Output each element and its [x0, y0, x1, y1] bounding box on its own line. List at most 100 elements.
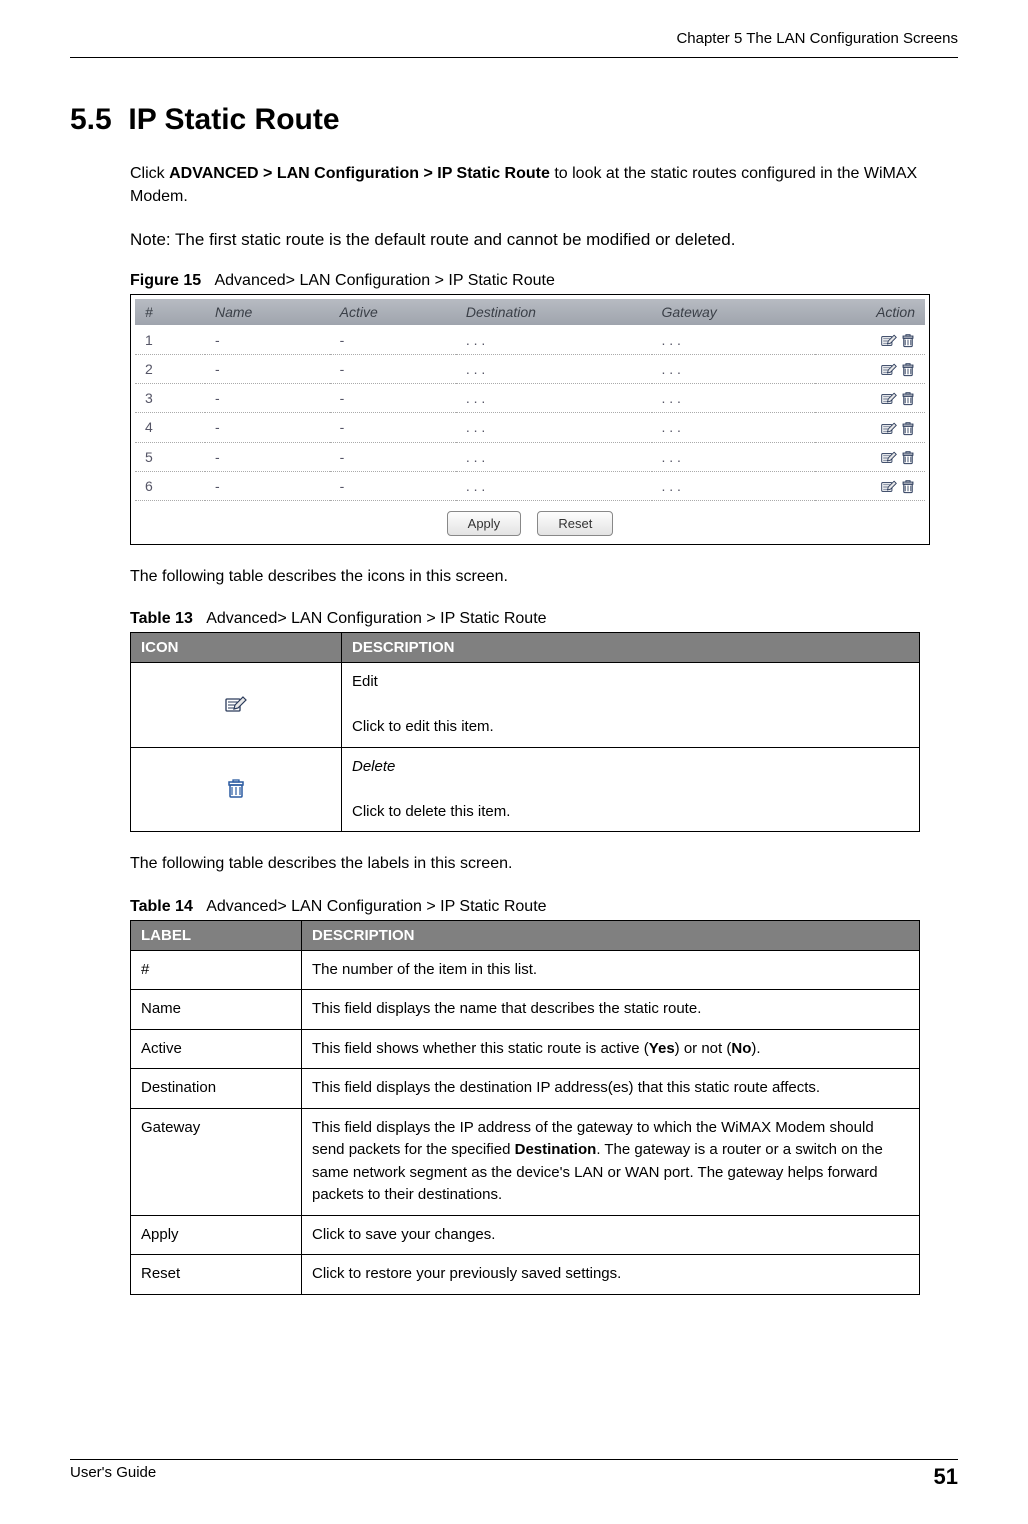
figure-caption: Figure 15 Advanced> LAN Configuration > …: [130, 272, 958, 290]
cell-name: -: [205, 413, 330, 442]
edit-icon[interactable]: [881, 331, 897, 347]
t14-r6-l: Reset: [131, 1255, 302, 1295]
t13-head-icon: ICON: [131, 633, 342, 663]
cell-active: -: [330, 325, 456, 354]
cell-dest: . . .: [456, 471, 652, 500]
col-name: Name: [205, 299, 330, 325]
cell-gw: . . .: [652, 442, 816, 471]
table-row: 3--. . .. . .: [135, 383, 925, 412]
cell-dest: . . .: [456, 442, 652, 471]
cell-num: 6: [135, 471, 205, 500]
icons-intro: The following table describes the icons …: [130, 565, 958, 588]
edit-icon[interactable]: [881, 361, 897, 377]
table-row: 1--. . .. . .: [135, 325, 925, 354]
chapter-header: Chapter 5 The LAN Configuration Screens: [70, 30, 958, 47]
cell-num: 1: [135, 325, 205, 354]
trash-icon[interactable]: [901, 419, 915, 435]
t14-r3-d: This field displays the destination IP a…: [302, 1069, 920, 1109]
t14-r4-l: Gateway: [131, 1108, 302, 1215]
figure-screenshot: # Name Active Destination Gateway Action…: [130, 294, 930, 545]
t14-r5-l: Apply: [131, 1215, 302, 1255]
table-row: 4--. . .. . .: [135, 413, 925, 442]
trash-icon[interactable]: [901, 390, 915, 406]
col-action: Action: [815, 299, 925, 325]
intro-paragraph: Click ADVANCED > LAN Configuration > IP …: [130, 162, 958, 208]
reset-button[interactable]: Reset: [537, 511, 613, 536]
footer-page: 51: [934, 1464, 958, 1490]
intro-prefix: Click: [130, 165, 169, 182]
cell-action: [815, 413, 925, 442]
table13-caption-text: Advanced> LAN Configuration > IP Static …: [206, 610, 546, 627]
trash-icon[interactable]: [901, 449, 915, 465]
footer-guide: User's Guide: [70, 1464, 156, 1490]
intro-path: ADVANCED > LAN Configuration > IP Static…: [169, 165, 550, 182]
cell-gw: . . .: [652, 354, 816, 383]
cell-gw: . . .: [652, 413, 816, 442]
figure-caption-text: Advanced> LAN Configuration > IP Static …: [214, 272, 554, 289]
t13-delete-text: Click to delete this item.: [352, 803, 510, 820]
apply-button[interactable]: Apply: [447, 511, 522, 536]
edit-icon[interactable]: [881, 478, 897, 494]
cell-action: [815, 471, 925, 500]
cell-gw: . . .: [652, 383, 816, 412]
t14-head-desc: DESCRIPTION: [302, 920, 920, 950]
table14-label: Table 14: [130, 898, 193, 915]
cell-num: 2: [135, 354, 205, 383]
table14: LABEL DESCRIPTION #The number of the ite…: [130, 920, 920, 1295]
trash-icon[interactable]: [901, 331, 915, 347]
cell-dest: . . .: [456, 383, 652, 412]
figure-label: Figure 15: [130, 272, 201, 289]
t14-r0-d: The number of the item in this list.: [302, 950, 920, 990]
cell-num: 5: [135, 442, 205, 471]
t14-r1-d: This field displays the name that descri…: [302, 990, 920, 1030]
cell-dest: . . .: [456, 354, 652, 383]
cell-dest: . . .: [456, 413, 652, 442]
table-row: 6--. . .. . .: [135, 471, 925, 500]
col-dest: Destination: [456, 299, 652, 325]
labels-intro: The following table describes the labels…: [130, 852, 958, 875]
cell-action: [815, 325, 925, 354]
t13-edit-text: Click to edit this item.: [352, 718, 494, 735]
cell-dest: . . .: [456, 325, 652, 354]
note-text: Note: The first static route is the defa…: [130, 230, 958, 250]
t13-delete-name: Delete: [352, 758, 395, 775]
t14-r2-l: Active: [131, 1029, 302, 1069]
table-row: 5--. . .. . .: [135, 442, 925, 471]
cell-name: -: [205, 325, 330, 354]
cell-action: [815, 354, 925, 383]
cell-active: -: [330, 354, 456, 383]
col-num: #: [135, 299, 205, 325]
section-number: 5.5: [70, 103, 112, 136]
cell-active: -: [330, 442, 456, 471]
section-title: 5.5 IP Static Route: [70, 103, 958, 137]
cell-gw: . . .: [652, 471, 816, 500]
trash-icon[interactable]: [901, 361, 915, 377]
trash-icon[interactable]: [901, 478, 915, 494]
cell-gw: . . .: [652, 325, 816, 354]
cell-name: -: [205, 354, 330, 383]
t14-r2-d: This field shows whether this static rou…: [302, 1029, 920, 1069]
edit-icon[interactable]: [881, 449, 897, 465]
cell-action: [815, 442, 925, 471]
col-gw: Gateway: [652, 299, 816, 325]
table13-label: Table 13: [130, 610, 193, 627]
col-active: Active: [330, 299, 456, 325]
cell-name: -: [205, 442, 330, 471]
table13: ICON DESCRIPTION Edit Click to edit this…: [130, 632, 920, 832]
table14-caption: Table 14 Advanced> LAN Configuration > I…: [130, 898, 958, 916]
edit-icon[interactable]: [881, 390, 897, 406]
t13-edit-icon-cell: [131, 663, 342, 748]
cell-num: 4: [135, 413, 205, 442]
cell-name: -: [205, 471, 330, 500]
t13-head-desc: DESCRIPTION: [342, 633, 920, 663]
t13-delete-desc: Delete Click to delete this item.: [342, 747, 920, 832]
t14-r6-d: Click to restore your previously saved s…: [302, 1255, 920, 1295]
table14-caption-text: Advanced> LAN Configuration > IP Static …: [206, 898, 546, 915]
cell-active: -: [330, 383, 456, 412]
t14-r3-l: Destination: [131, 1069, 302, 1109]
routes-table: # Name Active Destination Gateway Action…: [135, 299, 925, 501]
edit-icon: [225, 696, 247, 714]
table-row: 2--. . .. . .: [135, 354, 925, 383]
edit-icon[interactable]: [881, 419, 897, 435]
cell-action: [815, 383, 925, 412]
